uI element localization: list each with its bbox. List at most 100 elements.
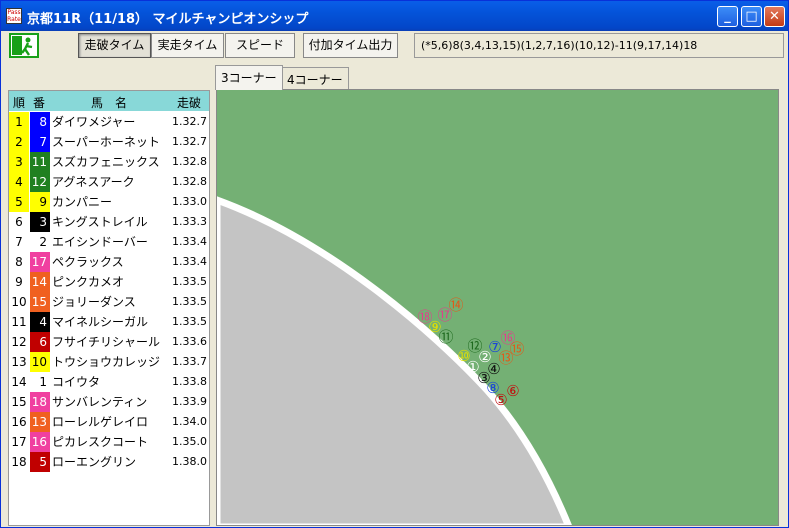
row-rank: 4	[9, 172, 29, 192]
table-row[interactable]: 5 9 カンパニー 1.33.0	[9, 192, 209, 212]
row-rank: 13	[9, 352, 29, 372]
window-title: 京都11R（11/18） マイルチャンピオンシップ	[27, 12, 309, 27]
row-time: 1.32.7	[172, 135, 207, 148]
table-row[interactable]: 8 17 ペクラックス 1.33.4	[9, 252, 209, 272]
row-time: 1.33.4	[172, 235, 207, 248]
title-bar: Pass Rate 京都11R（11/18） マイルチャンピオンシップ _ □ …	[1, 1, 788, 31]
table-row[interactable]: 10 15 ジョリーダンス 1.33.5	[9, 292, 209, 312]
row-horse-number: 9	[30, 192, 50, 212]
row-horse-number: 16	[30, 432, 50, 452]
table-row[interactable]: 7 2 エイシンドーバー 1.33.4	[9, 232, 209, 252]
table-row[interactable]: 6 3 キングストレイル 1.33.3	[9, 212, 209, 232]
horse-marker: ⑥	[506, 382, 519, 400]
row-time: 1.32.8	[172, 155, 207, 168]
row-horse-name: キングストレイル	[52, 215, 148, 229]
close-button[interactable]: ✕	[764, 6, 785, 27]
tab-button-speed[interactable]: スピード	[225, 33, 295, 58]
row-horse-name: ローエングリン	[52, 455, 137, 469]
header-horse-name: 馬 名	[91, 96, 128, 110]
row-horse-number: 12	[30, 172, 50, 192]
table-row[interactable]: 16 13 ローレルゲレイロ 1.34.0	[9, 412, 209, 432]
row-horse-number: 1	[30, 372, 50, 392]
row-horse-name: ローレルゲレイロ	[52, 415, 149, 429]
row-horse-number: 14	[30, 272, 50, 292]
table-row[interactable]: 3 11 スズカフェニックス 1.32.8	[9, 152, 209, 172]
row-rank: 3	[9, 152, 29, 172]
table-row[interactable]: 14 1 コイウタ 1.33.8	[9, 372, 209, 392]
header-time: 走破	[177, 96, 202, 110]
app-icon: Pass Rate	[6, 8, 22, 24]
row-horse-name: マイネルシーガル	[52, 315, 149, 329]
row-time: 1.33.6	[172, 335, 207, 348]
row-horse-name: アグネスアーク	[52, 175, 135, 189]
row-horse-name: トウショウカレッジ	[52, 355, 161, 369]
row-horse-name: フサイチリシャール	[52, 335, 161, 349]
row-horse-name: ペクラックス	[52, 255, 124, 269]
row-rank: 5	[9, 192, 29, 212]
horse-marker: ⑤	[494, 391, 507, 409]
row-rank: 15	[9, 392, 29, 412]
output-extra-time-button[interactable]: 付加タイム出力	[303, 33, 398, 58]
row-time: 1.34.0	[172, 415, 207, 428]
row-time: 1.32.8	[172, 175, 207, 188]
row-rank: 14	[9, 372, 29, 392]
row-rank: 12	[9, 332, 29, 352]
row-time: 1.35.0	[172, 435, 207, 448]
table-row[interactable]: 11 4 マイネルシーガル 1.33.5	[9, 312, 209, 332]
horse-marker: ⑭	[448, 296, 463, 314]
horse-marker: ⑬	[498, 349, 513, 367]
row-time: 1.33.9	[172, 395, 207, 408]
minimize-button[interactable]: _	[717, 6, 738, 27]
row-rank: 7	[9, 232, 29, 252]
row-time: 1.33.5	[172, 295, 207, 308]
tab-corner-3[interactable]: 3コーナー	[215, 65, 283, 90]
table-row[interactable]: 15 18 サンバレンティン 1.33.9	[9, 392, 209, 412]
row-horse-name: カンパニー	[52, 195, 113, 209]
row-rank: 17	[9, 432, 29, 452]
row-horse-number: 8	[30, 112, 50, 132]
tab-corner-4[interactable]: 4コーナー	[281, 67, 349, 89]
row-rank: 6	[9, 212, 29, 232]
row-horse-number: 5	[30, 452, 50, 472]
row-horse-name: スーパーホーネット	[52, 135, 160, 149]
row-time: 1.33.8	[172, 375, 207, 388]
toolbar: 走破タイム 実走タイム スピード 付加タイム出力 (*5,6)8(3,4,13,…	[5, 32, 786, 60]
tab-button-race-time[interactable]: 走破タイム	[78, 33, 151, 58]
row-horse-name: ダイワメジャー	[52, 115, 136, 129]
corner-order-display: (*5,6)8(3,4,13,15)(1,2,7,16)(10,12)-11(9…	[414, 33, 784, 58]
table-row[interactable]: 4 12 アグネスアーク 1.32.8	[9, 172, 209, 192]
row-rank: 2	[9, 132, 29, 152]
row-horse-number: 18	[30, 392, 50, 412]
table-row[interactable]: 1 8 ダイワメジャー 1.32.7	[9, 112, 209, 132]
horse-marker: ⑪	[438, 328, 453, 346]
row-horse-name: スズカフェニックス	[52, 155, 160, 169]
row-horse-number: 6	[30, 332, 50, 352]
row-time: 1.33.3	[172, 215, 207, 228]
row-time: 1.33.4	[172, 255, 207, 268]
row-horse-number: 10	[30, 352, 50, 372]
row-horse-name: ジョリーダンス	[52, 295, 136, 309]
table-row[interactable]: 9 14 ピンクカメオ 1.33.5	[9, 272, 209, 292]
tab-button-actual-time[interactable]: 実走タイム	[151, 33, 224, 58]
table-row[interactable]: 17 16 ピカレスクコート 1.35.0	[9, 432, 209, 452]
row-time: 1.38.0	[172, 455, 207, 468]
results-table: 順 番 馬 名 走破 1 8 ダイワメジャー 1.32.7 2 7 スーパーホーネット 1.3…	[8, 90, 210, 526]
exit-icon[interactable]	[9, 33, 39, 58]
row-horse-name: エイシンドーバー	[52, 235, 148, 249]
row-rank: 16	[9, 412, 29, 432]
row-rank: 11	[9, 312, 29, 332]
table-row[interactable]: 13 10 トウショウカレッジ 1.33.7	[9, 352, 209, 372]
row-horse-number: 3	[30, 212, 50, 232]
table-row[interactable]: 2 7 スーパーホーネット 1.32.7	[9, 132, 209, 152]
row-horse-name: サンバレンティン	[52, 395, 148, 409]
row-rank: 1	[9, 112, 29, 132]
table-row[interactable]: 12 6 フサイチリシャール 1.33.6	[9, 332, 209, 352]
maximize-button[interactable]: □	[741, 6, 762, 27]
row-time: 1.33.5	[172, 315, 207, 328]
row-time: 1.33.5	[172, 275, 207, 288]
row-time: 1.33.7	[172, 355, 207, 368]
header-number: 番	[33, 96, 46, 110]
row-horse-number: 15	[30, 292, 50, 312]
row-horse-number: 17	[30, 252, 50, 272]
table-row[interactable]: 18 5 ローエングリン 1.38.0	[9, 452, 209, 472]
